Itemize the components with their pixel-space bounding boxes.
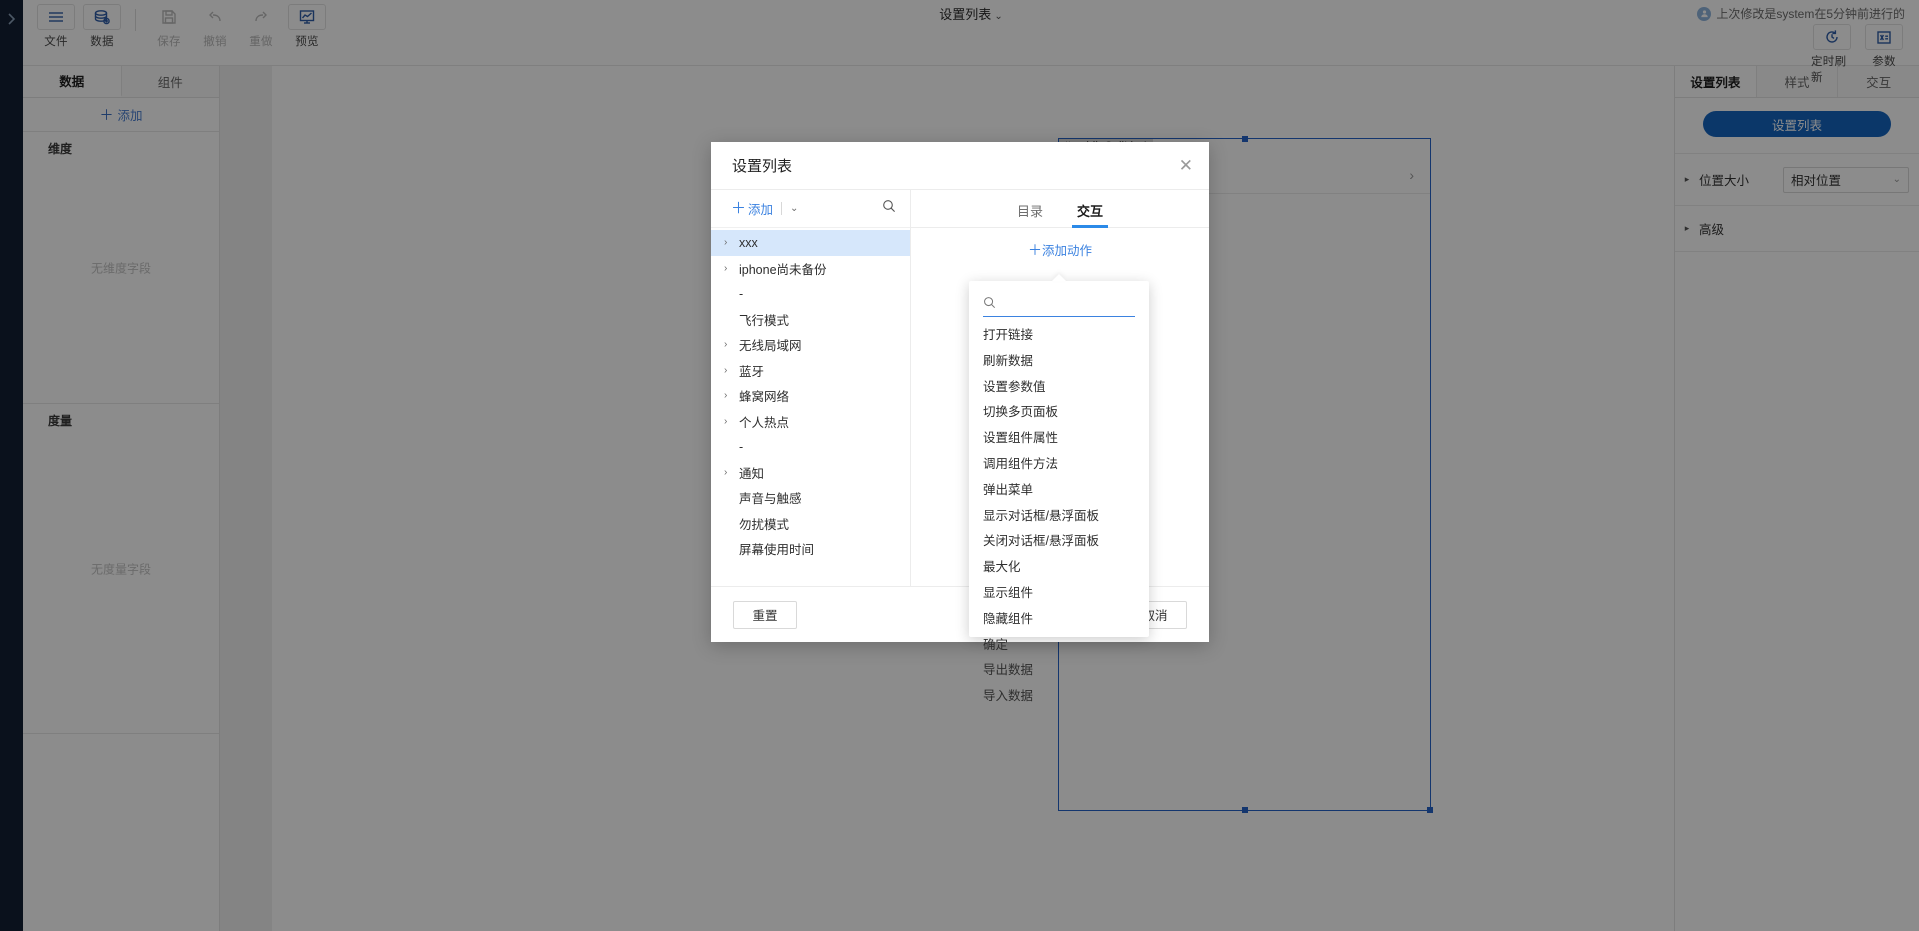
dialog-item-list[interactable]: ›xxx›iphone尚未备份›-›飞行模式›无线局域网›蓝牙›蜂窝网络›个人热… [711,228,910,586]
dialog-list-item[interactable]: ›- [711,434,910,460]
plus-icon: ＋ [731,201,746,216]
dialog-list-item-label: 屏幕使用时间 [739,539,814,558]
action-search-input[interactable] [1002,298,1163,312]
dialog-list-item[interactable]: ›- [711,281,910,307]
expand-chevron-right-icon[interactable]: › [724,416,733,427]
dialog-list-item[interactable]: ›屏幕使用时间 [711,536,910,562]
dialog-add-item-label: 添加 [748,199,773,218]
reset-button[interactable]: 重置 [733,601,797,629]
dialog-list-item-label: xxx [739,236,758,250]
dialog-list-item-label: 无线局域网 [739,335,802,354]
action-item[interactable]: 设置参数值 [969,375,1149,401]
dialog-tab-interaction[interactable]: 交互 [1077,201,1103,227]
dialog-item-panel: ＋ 添加 ⌄ ›xxx›iphone尚未备份›-›飞行模式›无线局域网›蓝牙›蜂… [711,190,911,586]
dialog-list-item-label: 个人热点 [739,412,789,431]
action-item[interactable]: 隐藏组件 [969,607,1149,633]
expand-chevron-right-icon[interactable]: › [724,237,733,248]
dialog-title: 设置列表 [732,155,792,176]
close-icon[interactable]: ✕ [1179,157,1193,174]
action-item[interactable]: 关闭对话框/悬浮面板 [969,529,1149,555]
expand-chevron-right-icon[interactable]: › [724,467,733,478]
expand-chevron-right-icon[interactable]: › [724,390,733,401]
app-root: 文件 数据 [0,0,1919,931]
action-item[interactable]: 刷新数据 [969,349,1149,375]
dialog-add-item-button[interactable]: ＋ 添加 [731,199,773,218]
action-item[interactable]: 打开链接 [969,323,1149,349]
action-item[interactable]: 显示组件 [969,581,1149,607]
dialog-list-item[interactable]: ›飞行模式 [711,307,910,333]
action-item[interactable]: 弹出菜单 [969,478,1149,504]
dialog-list-item[interactable]: › 无线局域网 [711,332,910,358]
dialog-list-item-label: 蜂窝网络 [739,386,789,405]
action-item[interactable]: 显示对话框/悬浮面板 [969,504,1149,530]
dialog-list-item-label: 声音与触感 [739,488,802,507]
dialog-list-item[interactable]: › xxx [711,230,910,256]
dialog-list-item[interactable]: › iphone尚未备份 [711,256,910,282]
plus-icon: ＋ [1028,242,1042,258]
expand-chevron-right-icon[interactable]: › [724,365,733,376]
add-options-chevron-down-icon[interactable]: ⌄ [790,203,798,214]
dialog-list-item[interactable]: ›声音与触感 [711,485,910,511]
dialog-list-item[interactable]: › 蓝牙 [711,358,910,384]
dialog-list-item-label: 通知 [739,463,764,482]
dialog-header: 设置列表 ✕ [711,142,1209,190]
dialog-detail-tabs: 目录 交互 [911,190,1209,228]
action-type-dropdown: 打开链接刷新数据设置参数值切换多页面板设置组件属性调用组件方法弹出菜单显示对话框… [969,281,1149,637]
action-search-row [983,293,1135,317]
toolbar-divider [781,202,782,215]
search-icon [983,296,996,314]
dialog-item-toolbar: ＋ 添加 ⌄ [711,190,910,228]
add-action-button[interactable]: ＋添加动作 [911,240,1209,260]
dialog-list-item[interactable]: ›勿扰模式 [711,511,910,537]
action-item[interactable]: 调用组件方法 [969,452,1149,478]
action-item[interactable]: 设置组件属性 [969,426,1149,452]
dialog-list-item-label: 蓝牙 [739,361,764,380]
add-action-label: 添加动作 [1042,244,1092,258]
dialog-list-item-label: 勿扰模式 [739,514,789,533]
dialog-list-item-label: - [739,287,743,301]
action-item[interactable]: 最大化 [969,555,1149,581]
dialog-list-item-label: 飞行模式 [739,310,789,329]
action-item[interactable]: 导入数据 [969,684,1149,710]
search-icon[interactable] [882,199,896,218]
dialog-list-item[interactable]: › 个人热点 [711,409,910,435]
expand-chevron-right-icon[interactable]: › [724,263,733,274]
action-item[interactable]: 确定 [969,633,1149,659]
dialog-list-item[interactable]: › 通知 [711,460,910,486]
action-item[interactable]: 切换多页面板 [969,400,1149,426]
expand-chevron-right-icon[interactable]: › [724,339,733,350]
dialog-list-item[interactable]: › 蜂窝网络 [711,383,910,409]
dialog-list-item-label: - [739,440,743,454]
dialog-tab-catalog[interactable]: 目录 [1017,201,1043,227]
dialog-list-item-label: iphone尚未备份 [739,259,827,278]
action-item[interactable]: 导出数据 [969,658,1149,684]
action-item-list[interactable]: 打开链接刷新数据设置参数值切换多页面板设置组件属性调用组件方法弹出菜单显示对话框… [969,317,1149,714]
